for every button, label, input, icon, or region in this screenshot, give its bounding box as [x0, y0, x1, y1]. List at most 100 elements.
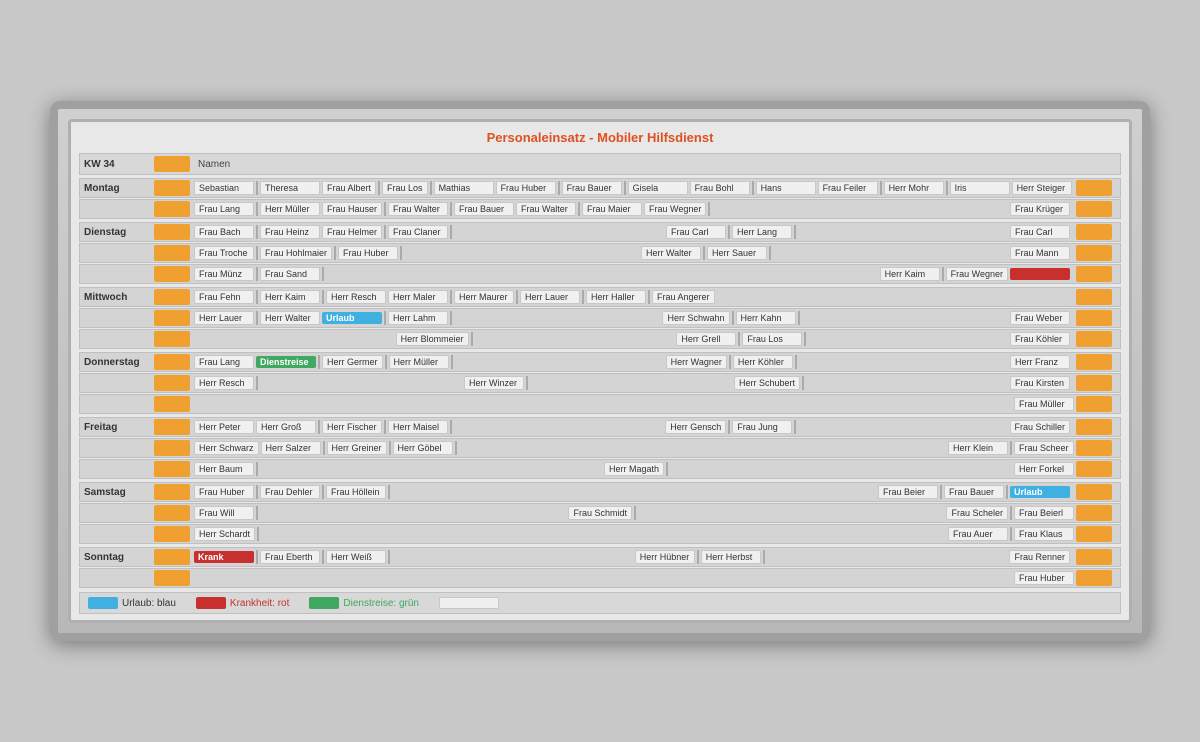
- freitag-row2-content: Herr Schwarz Herr Salzer Herr Greiner He…: [194, 440, 1116, 456]
- mittwoch-row3: Herr Blommeier Herr Grell Frau Los Frau …: [79, 329, 1121, 349]
- orange-tab: [154, 289, 190, 305]
- board-outer: Personaleinsatz - Mobiler Hilfsdienst KW…: [50, 101, 1150, 641]
- orange-tab-header: [154, 156, 190, 172]
- chip: Herr Kaim: [260, 290, 320, 304]
- orange-tab-montag1: [154, 180, 190, 196]
- divider: [256, 376, 258, 390]
- chip: Herr Resch: [194, 376, 254, 390]
- chip: Frau Beierl: [1014, 506, 1074, 520]
- chip: Theresa: [260, 181, 320, 195]
- legend-urlaub-label: Urlaub: blau: [122, 598, 176, 609]
- chip: Herr Fischer: [322, 420, 382, 434]
- divider: [666, 462, 668, 476]
- donnerstag-row2: Herr Resch Herr Winzer Herr Schubert Fra…: [79, 373, 1121, 393]
- chip: Herr Lahm: [388, 311, 448, 325]
- divider: [578, 202, 580, 216]
- divider: [795, 355, 797, 369]
- chip: Herr Kahn: [736, 311, 796, 325]
- divider: [880, 181, 882, 195]
- orange-tab: [154, 310, 190, 326]
- freitag-row1: Freitag Herr Peter Herr Groß Herr Fische…: [79, 417, 1121, 437]
- divider: [256, 485, 258, 499]
- chip: Frau Los: [382, 181, 428, 195]
- chip: Herr Franz: [1010, 355, 1070, 369]
- chip: Herr Walter: [641, 246, 701, 260]
- divider: [703, 246, 705, 260]
- divider: [624, 181, 626, 195]
- divider: [451, 355, 453, 369]
- mittwoch-row3-content: Herr Blommeier Herr Grell Frau Los Frau …: [194, 331, 1116, 347]
- legend-color-dienstreise: [309, 597, 339, 609]
- day-mittwoch: Mittwoch: [84, 292, 154, 303]
- orange-tab-end: [1076, 224, 1112, 240]
- chip: Herr Maisel: [388, 420, 448, 434]
- divider: [450, 311, 452, 325]
- orange-tab-end: [1076, 375, 1112, 391]
- orange-tab-end: [1076, 201, 1112, 217]
- chip: Frau Weber: [1010, 311, 1070, 325]
- chip: Frau Los: [742, 332, 802, 346]
- chip: Herr Wagner: [666, 355, 727, 369]
- section-sonntag: Sonntag Krank Frau Eberth Herr Weiß Herr…: [79, 547, 1121, 588]
- legend-dienstreise: Dienstreise: grün: [309, 597, 419, 609]
- orange-tab: [154, 570, 190, 586]
- chip: Herr Mohr: [884, 181, 944, 195]
- chip: Frau Walter: [388, 202, 448, 216]
- donnerstag-row2-content: Herr Resch Herr Winzer Herr Schubert Fra…: [194, 375, 1116, 391]
- divider: [256, 246, 258, 260]
- chip: Mathias: [434, 181, 494, 195]
- divider: [729, 355, 731, 369]
- orange-tab-end: [1076, 419, 1112, 435]
- legend-dienstreise-label: Dienstreise: grün: [343, 598, 419, 609]
- chip: Herr Schwarz: [194, 441, 259, 455]
- divider: [471, 332, 473, 346]
- divider: [794, 225, 796, 239]
- chip: Herr Winzer: [464, 376, 524, 390]
- chip-red-block: [1010, 268, 1070, 280]
- montag-row1: Montag Sebastian Theresa Frau Albert Fra…: [79, 178, 1121, 198]
- divider: [450, 290, 452, 304]
- section-freitag: Freitag Herr Peter Herr Groß Herr Fische…: [79, 417, 1121, 479]
- sonntag-row1: Sonntag Krank Frau Eberth Herr Weiß Herr…: [79, 547, 1121, 567]
- chip: Herr Grell: [676, 332, 736, 346]
- divider: [526, 376, 528, 390]
- divider: [1006, 485, 1008, 499]
- divider: [400, 246, 402, 260]
- chip: Frau Lang: [194, 355, 254, 369]
- chip: Herr Herbst: [701, 550, 761, 564]
- divider: [334, 246, 336, 260]
- chip: Frau Will: [194, 506, 254, 520]
- chip: Frau Huber: [496, 181, 556, 195]
- header-row: KW 34 Namen: [79, 153, 1121, 175]
- chip: Herr Weiß: [326, 550, 386, 564]
- chip: Frau Troche: [194, 246, 254, 260]
- chip: Frau Bauer: [944, 485, 1004, 499]
- orange-tab-montag2: [154, 201, 190, 217]
- chip: Frau Bach: [194, 225, 254, 239]
- divider: [389, 441, 391, 455]
- chip: Frau Walter: [516, 202, 576, 216]
- chip: Herr Hübner: [635, 550, 695, 564]
- board-title: Personaleinsatz - Mobiler Hilfsdienst: [79, 128, 1121, 147]
- chip: Herr Haller: [586, 290, 646, 304]
- chip: Herr Sauer: [707, 246, 767, 260]
- orange-tab: [154, 419, 190, 435]
- chip-urlaub: Urlaub: [322, 312, 382, 324]
- divider: [257, 527, 259, 541]
- chip: Herr Müller: [389, 355, 449, 369]
- orange-tab-end: [1076, 310, 1112, 326]
- divider: [256, 506, 258, 520]
- chip: Frau Höllein: [326, 485, 386, 499]
- divider: [794, 420, 796, 434]
- chip: Herr Lauer: [194, 311, 254, 325]
- dienstag-row3-content: Frau Münz Frau Sand Herr Kaim Frau Wegne…: [194, 266, 1116, 282]
- chip: Frau Schiller: [1010, 420, 1071, 434]
- divider: [450, 420, 452, 434]
- dienstag-row1-content: Frau Bach Frau Heinz Frau Helmer Frau Cl…: [194, 224, 1116, 240]
- chip: Herr Peter: [194, 420, 254, 434]
- chip: Frau Köhler: [1010, 332, 1070, 346]
- chip: Herr Kaim: [880, 267, 940, 281]
- chip: Herr Maler: [388, 290, 448, 304]
- montag-row2-content: Frau Lang Herr Müller Frau Hauser Frau W…: [194, 201, 1116, 217]
- dienstag-row2-content: Frau Troche Frau Hohlmaier Frau Huber He…: [194, 245, 1116, 261]
